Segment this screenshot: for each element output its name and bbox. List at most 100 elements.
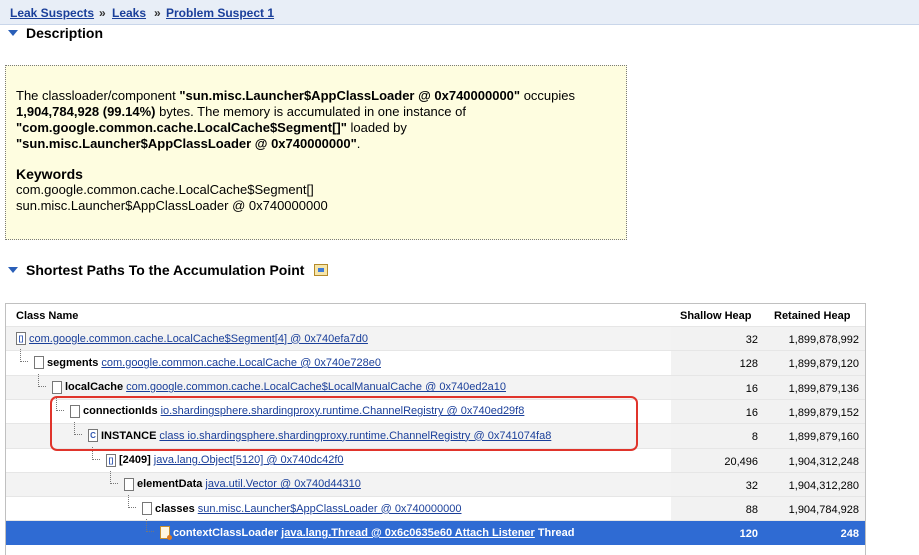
object-link[interactable]: com.google.common.cache.LocalCache @ 0x7… xyxy=(101,357,381,369)
desc-text-4: loaded by xyxy=(346,120,407,135)
cell-retained-heap: 1,899,878,992 xyxy=(764,327,865,351)
tree-connector xyxy=(146,519,154,533)
cell-class-name[interactable]: localCache com.google.common.cache.LocalC… xyxy=(6,373,671,400)
collapse-triangle-icon xyxy=(8,267,18,273)
cell-class-name[interactable]: connectionIds io.shardingsphere.shardingp… xyxy=(6,397,671,424)
collapse-triangle-icon xyxy=(8,30,18,36)
keywords-title: Keywords xyxy=(16,166,83,182)
cell-shallow-heap: 20,496 xyxy=(671,448,764,473)
cell-retained-heap: 1,899,879,160 xyxy=(764,424,865,449)
table-row[interactable]: localCache com.google.common.cache.LocalC… xyxy=(6,373,865,400)
object-icon xyxy=(34,356,44,370)
cell-class-name[interactable]: contextClassLoader java.lang.Thread @ 0x6… xyxy=(6,519,671,546)
object-link[interactable]: io.shardingsphere.shardingproxy.runtime.… xyxy=(161,405,525,417)
object-link[interactable]: java.lang.Object[5120] @ 0x740dc42f0 xyxy=(154,454,344,466)
table-row[interactable]: com.google.common.cache.LocalCache$Segme… xyxy=(6,326,865,351)
description-heading: Description xyxy=(26,25,104,41)
field-name: segments xyxy=(47,356,99,369)
desc-loader: "sun.misc.Launcher$AppClassLoader @ 0x74… xyxy=(16,136,357,151)
breadcrumb-problem-suspect[interactable]: Problem Suspect 1 xyxy=(166,6,274,20)
object-link[interactable]: java.lang.Thread @ 0x6c0635e60 Attach Li… xyxy=(281,527,535,539)
keyword-item: sun.misc.Launcher$AppClassLoader @ 0x740… xyxy=(16,198,328,213)
cell-retained-heap: 1,904,312,248 xyxy=(764,448,865,473)
object-link[interactable]: class io.shardingsphere.shardingproxy.ru… xyxy=(159,430,551,442)
object-link[interactable]: com.google.common.cache.LocalCache$Local… xyxy=(126,381,506,393)
field-name: INSTANCE xyxy=(101,429,157,442)
column-retained-heap[interactable]: Retained Heap xyxy=(774,310,850,322)
table-row[interactable]: classes sun.misc.Launcher$AppClassLoader … xyxy=(6,495,865,522)
cell-shallow-heap: 16 xyxy=(671,399,764,424)
object-link[interactable]: com.google.common.cache.LocalCache$Segme… xyxy=(29,333,368,345)
cell-retained-heap: 1,899,879,120 xyxy=(764,351,865,376)
field-name: contextClassLoader xyxy=(173,526,279,539)
tree-connector xyxy=(38,373,46,387)
paths-heading: Shortest Paths To the Accumulation Point xyxy=(26,262,305,278)
desc-accumulated-class: "com.google.common.cache.LocalCache$Segm… xyxy=(16,120,347,135)
tree-connector xyxy=(110,470,118,484)
object-icon xyxy=(124,477,134,491)
cell-shallow-heap: 32 xyxy=(671,472,764,497)
description-box: The classloader/component "sun.misc.Laun… xyxy=(5,65,627,240)
cell-shallow-heap: 8 xyxy=(671,424,764,449)
table-row[interactable]: contextClassLoader java.lang.Thread @ 0x6… xyxy=(6,519,865,546)
object-suffix: Thread xyxy=(537,526,575,539)
desc-classloader: "sun.misc.Launcher$AppClassLoader @ 0x74… xyxy=(179,88,521,103)
tree-connector xyxy=(128,495,136,509)
table-row[interactable]: [2409]java.lang.Object[5120] @ 0x740dc42… xyxy=(6,446,865,473)
keyword-item: com.google.common.cache.LocalCache$Segme… xyxy=(16,182,314,197)
description-text: The classloader/component "sun.misc.Laun… xyxy=(16,88,616,152)
field-name: localCache xyxy=(65,381,124,394)
open-in-view-icon[interactable] xyxy=(314,264,329,276)
desc-bytes: 1,904,784,928 (99.14%) xyxy=(16,104,156,119)
paths-toggle[interactable]: Shortest Paths To the Accumulation Point xyxy=(8,262,329,278)
cell-class-name[interactable]: INSTANCEclass io.shardingsphere.sharding… xyxy=(6,422,671,449)
desc-text-3: bytes. The memory is accumulated in one … xyxy=(155,104,466,119)
table-row[interactable]: connectionIds io.shardingsphere.shardingp… xyxy=(6,397,865,424)
field-name: [2409] xyxy=(119,454,151,466)
class-icon xyxy=(88,429,98,443)
table-row[interactable]: elementData java.util.Vector @ 0x740d4431… xyxy=(6,470,865,497)
paths-table: Class Name Shallow Heap Retained Heap co… xyxy=(5,303,866,555)
array-icon xyxy=(106,453,116,467)
array-icon xyxy=(16,332,26,345)
breadcrumb-leaks[interactable]: Leaks xyxy=(112,6,146,20)
field-name: elementData xyxy=(137,478,203,491)
cell-shallow-heap: 120 xyxy=(671,521,764,546)
object-icon xyxy=(52,380,62,394)
description-toggle[interactable]: Description xyxy=(8,25,103,41)
desc-text-2: occupies xyxy=(520,88,576,103)
table-row[interactable]: segments com.google.common.cache.LocalCac… xyxy=(6,349,865,376)
cell-shallow-heap: 16 xyxy=(671,375,764,400)
cell-class-name[interactable]: com.google.common.cache.LocalCache$Segme… xyxy=(6,327,671,351)
column-class-name[interactable]: Class Name xyxy=(16,310,78,322)
breadcrumb-separator: » xyxy=(99,6,106,20)
cell-class-name[interactable]: classes sun.misc.Launcher$AppClassLoader … xyxy=(6,495,671,521)
cell-shallow-heap: 128 xyxy=(671,351,764,376)
thread-icon xyxy=(160,526,172,541)
column-shallow-heap[interactable]: Shallow Heap xyxy=(680,310,752,322)
table-header: Class Name Shallow Heap Retained Heap xyxy=(6,304,865,326)
field-name: connectionIds xyxy=(83,405,158,418)
breadcrumb: Leak Suspects » Leaks » Problem Suspect … xyxy=(0,0,919,25)
cell-class-name[interactable]: segments com.google.common.cache.LocalCac… xyxy=(6,349,671,375)
desc-text-5: . xyxy=(356,136,361,151)
tree-connector xyxy=(56,397,64,411)
cell-class-name[interactable]: elementData java.util.Vector @ 0x740d4431… xyxy=(6,470,671,497)
cell-retained-heap: 248 xyxy=(764,521,865,546)
object-icon xyxy=(70,404,80,418)
object-link[interactable]: sun.misc.Launcher$AppClassLoader @ 0x740… xyxy=(198,503,462,515)
tree-connector xyxy=(74,422,82,436)
breadcrumb-leak-suspects[interactable]: Leak Suspects xyxy=(10,6,94,20)
cell-class-name[interactable]: [2409]java.lang.Object[5120] @ 0x740dc42… xyxy=(6,446,671,473)
object-icon xyxy=(142,502,152,516)
cell-shallow-heap: 88 xyxy=(671,497,764,522)
cell-retained-heap: 1,899,879,136 xyxy=(764,375,865,400)
object-link[interactable]: java.util.Vector @ 0x740d44310 xyxy=(205,478,361,490)
field-name: classes xyxy=(155,502,195,515)
tree-connector xyxy=(92,446,100,460)
desc-text-1: The classloader/component xyxy=(16,88,180,103)
cell-shallow-heap: 32 xyxy=(671,327,764,351)
tree-connector xyxy=(20,349,28,363)
cell-retained-heap: 1,904,784,928 xyxy=(764,497,865,522)
table-row[interactable]: INSTANCEclass io.shardingsphere.sharding… xyxy=(6,422,865,449)
